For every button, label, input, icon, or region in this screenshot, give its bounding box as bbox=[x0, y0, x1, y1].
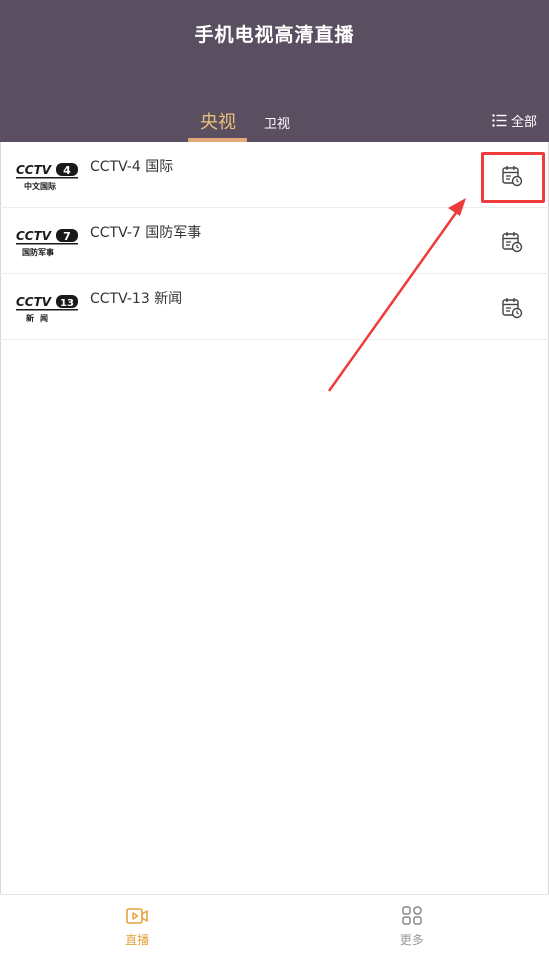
schedule-icon[interactable] bbox=[500, 296, 524, 320]
logo-number: 13 bbox=[60, 298, 74, 309]
tab-satellite[interactable]: 卫视 bbox=[264, 113, 290, 132]
list-icon bbox=[492, 114, 507, 127]
logo-number: 4 bbox=[63, 164, 71, 177]
channel-row[interactable]: CCTV 13 新闻 CCTV-13 新闻 bbox=[0, 274, 549, 340]
channel-name: CCTV-4 国际 bbox=[90, 159, 174, 175]
cctv13-logo: CCTV 13 新闻 bbox=[16, 295, 78, 323]
cctv4-logo: CCTV 4 中文国际 bbox=[16, 163, 78, 191]
nav-live-label: 直播 bbox=[125, 933, 150, 947]
bottom-nav: 直播 更多 bbox=[0, 894, 549, 953]
header: 手机电视高清直播 央视 卫视 全部 bbox=[0, 0, 549, 142]
svg-text:CCTV: CCTV bbox=[16, 163, 53, 177]
channel-list: CCTV 4 中文国际 CCTV-4 国际 CCTV 7 国防军事 CCTV-7… bbox=[0, 142, 549, 340]
channel-name: CCTV-7 国防军事 bbox=[90, 225, 202, 241]
nav-more[interactable]: 更多 bbox=[275, 895, 549, 953]
schedule-icon[interactable] bbox=[500, 230, 524, 254]
page-title: 手机电视高清直播 bbox=[194, 24, 355, 46]
logo-number: 7 bbox=[63, 230, 71, 243]
nav-more-label: 更多 bbox=[399, 933, 424, 947]
svg-text:CCTV: CCTV bbox=[16, 229, 53, 243]
all-channels-button[interactable]: 全部 bbox=[492, 111, 537, 130]
logo-subtitle: 中文国际 bbox=[24, 181, 56, 191]
logo-subtitle: 国防军事 bbox=[22, 247, 54, 257]
highlight-box bbox=[481, 152, 545, 203]
cctv7-logo: CCTV 7 国防军事 bbox=[16, 229, 78, 257]
channel-row[interactable]: CCTV 4 中文国际 CCTV-4 国际 bbox=[0, 142, 549, 208]
channel-name: CCTV-13 新闻 bbox=[90, 291, 183, 307]
all-channels-label: 全部 bbox=[510, 115, 537, 130]
tab-cctv[interactable]: 央视 bbox=[200, 108, 236, 134]
video-play-icon bbox=[126, 908, 149, 924]
logo-subtitle: 新闻 bbox=[26, 313, 54, 323]
nav-live[interactable]: 直播 bbox=[0, 895, 275, 953]
channel-row[interactable]: CCTV 7 国防军事 CCTV-7 国防军事 bbox=[0, 208, 549, 274]
svg-text:CCTV: CCTV bbox=[16, 295, 53, 309]
grid-icon bbox=[402, 906, 422, 925]
